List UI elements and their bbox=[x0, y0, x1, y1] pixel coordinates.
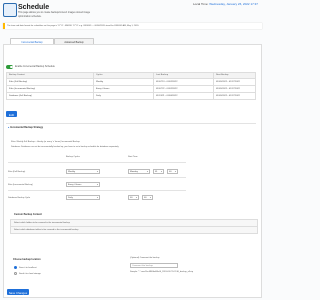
col-backup-cycles: Backup Cycles bbox=[66, 156, 80, 158]
files-full-hour-select[interactable]: 01 bbox=[153, 169, 164, 174]
custom-files-text: Select which folders to be covered in th… bbox=[14, 221, 70, 224]
select-value: Every 4 hours bbox=[68, 184, 82, 187]
notice-bar: The time and date format for schedules o… bbox=[3, 23, 262, 29]
select-value: Weekly bbox=[68, 171, 76, 174]
strategy-heading-text: Incremental Backup Strategy bbox=[10, 126, 44, 129]
divider bbox=[8, 177, 186, 178]
files-full-minute-select[interactable]: 00 bbox=[167, 169, 178, 174]
custom-db-row[interactable]: Select which database tables to be cover… bbox=[10, 226, 258, 234]
schedule-icon bbox=[3, 3, 17, 17]
save-changes-button[interactable]: Save Changes bbox=[7, 289, 29, 295]
custom-db-text: Select which database tables to be cover… bbox=[14, 228, 79, 231]
cell: 01/13/21 - 01/06/2022 bbox=[153, 91, 214, 100]
cell: Database (Full Backup) bbox=[6, 91, 94, 100]
files-full-day-select[interactable]: Monday bbox=[128, 169, 150, 174]
table-row: Files (Incremental Backup) Every 4 hours… bbox=[6, 84, 256, 93]
divider bbox=[8, 162, 186, 163]
comment-input[interactable]: Comment the backup bbox=[130, 263, 178, 268]
enable-schedule-label: Enable Incremental Backup Schedule bbox=[15, 65, 55, 68]
cell: Weekly bbox=[93, 77, 154, 86]
strategy-files: Files: Weekly Full Backup + Hourly (or e… bbox=[11, 141, 80, 143]
table-row: Database (Full Backup) Daily 01/13/21 - … bbox=[6, 91, 256, 100]
select-value: 00 bbox=[144, 197, 147, 200]
select-value: Daily bbox=[68, 197, 73, 200]
sample-label: Sample: bbox=[130, 271, 138, 273]
send-cloud-label: Send it to cloud storage bbox=[19, 272, 41, 275]
cycle-row-label: Files (Full Backup) bbox=[8, 171, 26, 173]
database-minute-select[interactable]: 00 bbox=[142, 195, 153, 200]
cell: Files (Full Backup) bbox=[6, 77, 94, 86]
select-value: 01 bbox=[155, 171, 158, 174]
files-incremental-cycle-select[interactable]: Every 4 hours bbox=[66, 182, 100, 187]
divider bbox=[6, 123, 256, 124]
database-cycle-select[interactable]: Daily bbox=[66, 195, 100, 200]
send-cloud-radio[interactable] bbox=[14, 272, 17, 275]
strategy-heading: ● Incremental Backup Strategy bbox=[8, 126, 44, 129]
strategy-db: Database: Database can not be incrementa… bbox=[11, 146, 119, 148]
comment-placeholder: Comment the backup bbox=[132, 265, 153, 268]
save-localhost-radio[interactable] bbox=[14, 266, 17, 269]
select-value: 00 bbox=[130, 197, 133, 200]
local-time: Local Time: Wednesday, January 26, 2022 … bbox=[193, 3, 258, 6]
cell: Every 4 hours bbox=[93, 84, 154, 93]
page-title: Schedule bbox=[18, 4, 50, 11]
table-row: Files (Full Backup) Weekly 01/07/13 - 01… bbox=[6, 77, 256, 86]
cell: 01/07/13 - 01/02/2022 bbox=[153, 77, 214, 86]
files-full-cycle-select[interactable]: Weekly bbox=[66, 169, 100, 174]
page-description-2: optimization schedule. bbox=[18, 14, 42, 18]
cell: 01/05/2022 - 01/17/2022 bbox=[213, 91, 256, 100]
cell: Daily bbox=[93, 91, 154, 100]
custom-content-heading: Custom Backup Content bbox=[14, 213, 42, 216]
cell: 01/05/2022 - 01/17/2022 bbox=[213, 84, 256, 93]
cycle-row-label: Database Backup Cycle bbox=[8, 197, 31, 199]
select-value: 00 bbox=[169, 171, 172, 174]
local-time-label: Local Time: bbox=[193, 2, 209, 6]
cycle-row-label: Files (Incremental Backup) bbox=[8, 184, 33, 186]
local-time-link[interactable]: Wednesday, January 26, 2022 17:37 bbox=[209, 2, 258, 6]
save-button-label: Save Changes bbox=[8, 290, 28, 295]
comment-heading: (Optional) Comment the backup bbox=[130, 257, 160, 259]
notice-text: The time and date format for schedules o… bbox=[7, 25, 139, 27]
select-value: Monday bbox=[130, 171, 138, 174]
database-hour-select[interactable]: 00 bbox=[128, 195, 139, 200]
save-localhost-label: Save it to localhost bbox=[19, 266, 37, 269]
cell: 01/07/22 - 01/02/2022 bbox=[153, 84, 214, 93]
cell: Files (Incremental Backup) bbox=[6, 84, 94, 93]
schedule-table: Backup Content Cycles Last Backup Next B… bbox=[6, 72, 256, 100]
divider bbox=[8, 190, 186, 191]
edit-button[interactable]: Edit bbox=[6, 111, 17, 117]
sample-value: *.*.com/2ac4840bd94e0f_2019-03-27-07-36_… bbox=[138, 271, 194, 273]
location-heading: Choose backup location bbox=[13, 258, 41, 261]
edit-button-label: Edit bbox=[8, 112, 15, 117]
col-start-time: Start Time bbox=[128, 156, 138, 158]
enable-schedule-toggle[interactable] bbox=[6, 65, 13, 69]
cell: 01/05/2022 - 01/17/2022 bbox=[213, 77, 256, 86]
sample-text: Sample: *.*.com/2ac4840bd94e0f_2019-03-2… bbox=[130, 271, 193, 273]
